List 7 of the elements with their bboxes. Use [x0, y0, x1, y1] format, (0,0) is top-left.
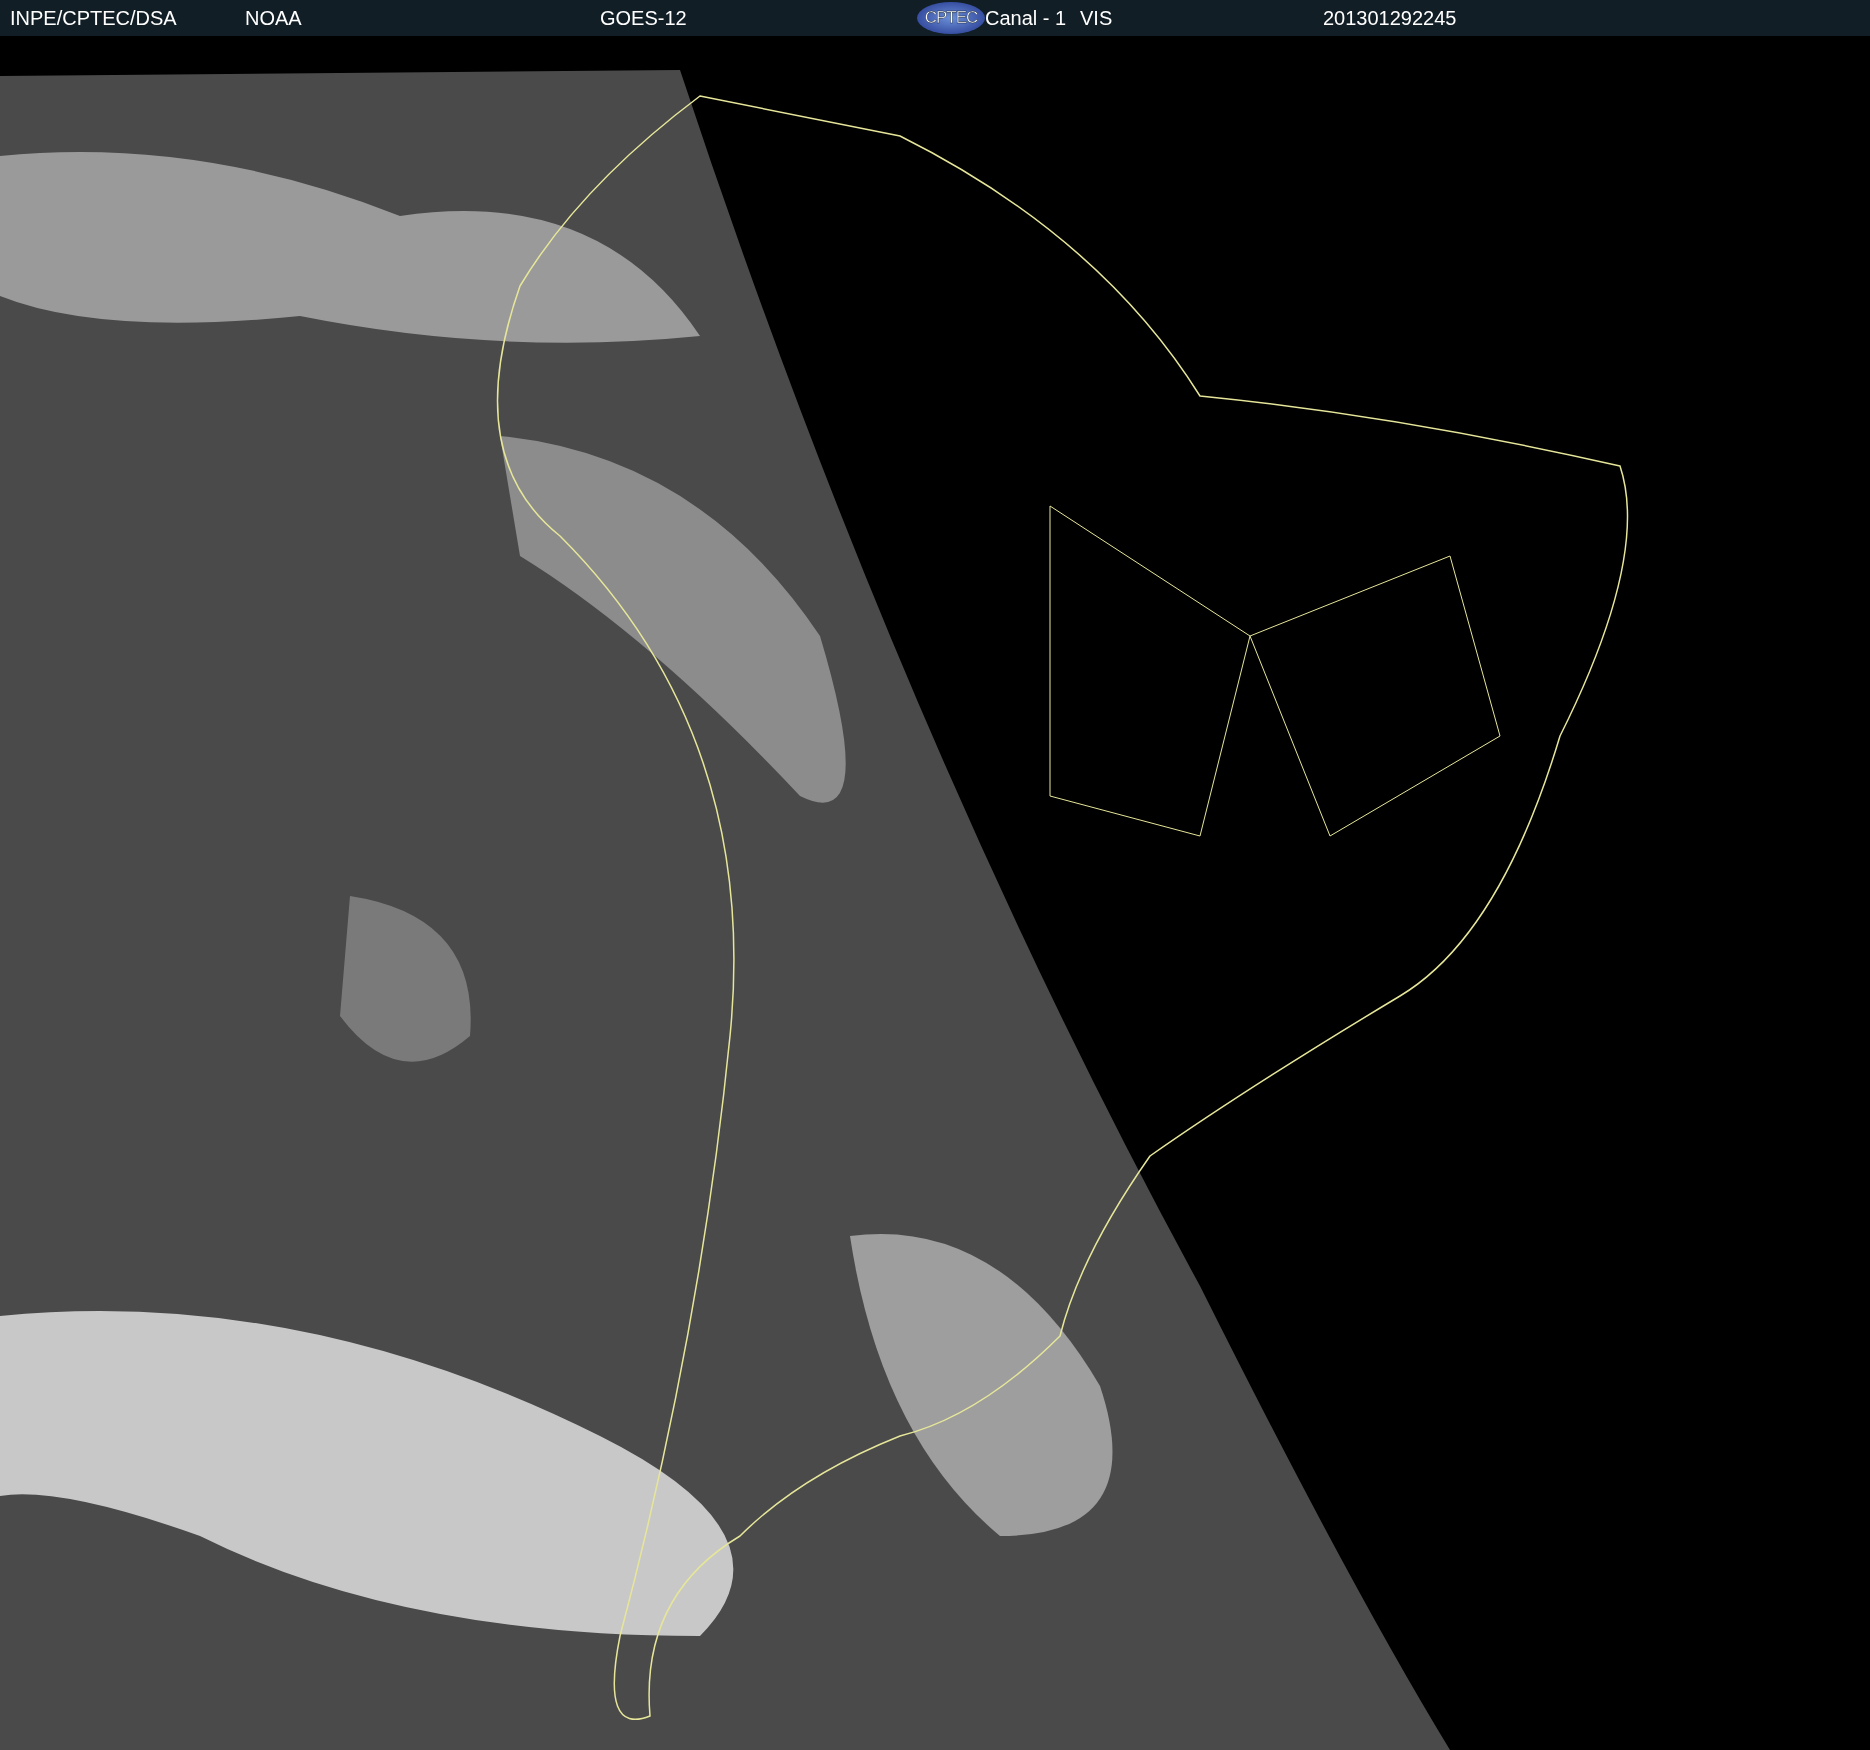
- header-label: 201301292245: [1323, 6, 1457, 30]
- logo: CPTEC: [917, 2, 985, 34]
- header-label: Canal - 1: [985, 6, 1067, 30]
- header-label: INPE/CPTEC/DSA: [10, 6, 177, 30]
- header-label: GOES-12: [600, 6, 687, 30]
- header-label: VIS: [1080, 6, 1113, 30]
- header-label: NOAA: [245, 6, 302, 30]
